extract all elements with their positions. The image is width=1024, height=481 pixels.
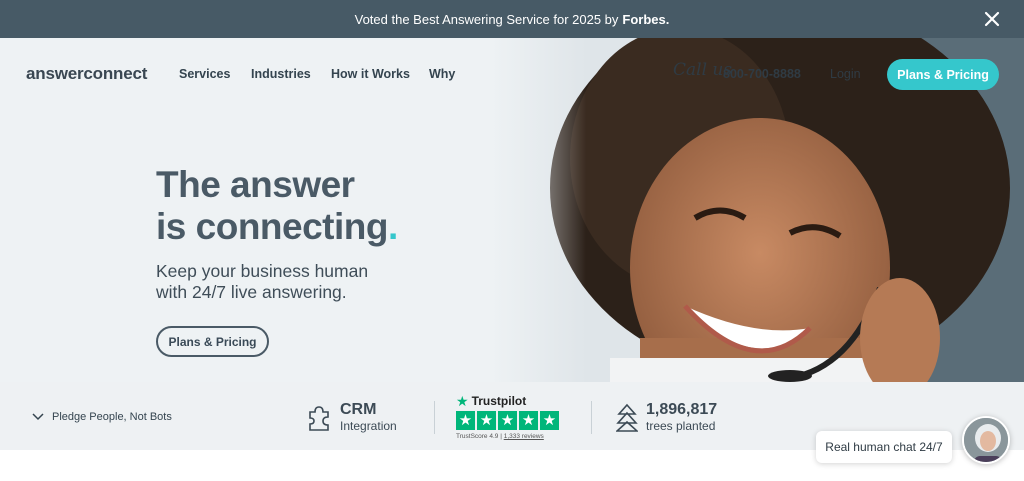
star-icon: ★ xyxy=(477,411,496,430)
phone-number[interactable]: 800-700-8888 xyxy=(723,67,801,81)
divider xyxy=(434,401,435,434)
pledge-label: Pledge People, Not Bots xyxy=(52,411,172,423)
trustpilot-stars: ★ ★ ★ ★ ★ xyxy=(456,411,559,430)
plans-pricing-hero-button[interactable]: Plans & Pricing xyxy=(156,326,269,357)
crm-subtitle: Integration xyxy=(340,419,397,433)
top-banner: Voted the Best Answering Service for 202… xyxy=(0,0,1024,38)
chat-bubble[interactable]: Real human chat 24/7 xyxy=(816,431,952,463)
pledge-toggle[interactable]: Pledge People, Not Bots xyxy=(32,411,172,423)
nav-services[interactable]: Services xyxy=(179,67,230,81)
trustpilot-name: Trustpilot xyxy=(471,394,527,408)
trustpilot-reviews-link[interactable]: 1,333 reviews xyxy=(504,433,544,440)
headline-line-1: The answer xyxy=(156,164,355,205)
nav-how-it-works[interactable]: How it Works xyxy=(331,67,410,81)
crm-block: CRM Integration xyxy=(340,401,397,433)
trustpilot-star-icon: ★ xyxy=(456,393,469,409)
star-icon: ★ xyxy=(540,411,559,430)
chevron-down-icon xyxy=(32,413,44,421)
subtitle-line-1: Keep your business human xyxy=(156,261,369,281)
subtitle-line-2: with 24/7 live answering. xyxy=(156,282,347,302)
trees-count: 1,896,817 xyxy=(646,401,718,418)
star-icon: ★ xyxy=(498,411,517,430)
crm-title: CRM xyxy=(340,401,377,418)
avatar-icon xyxy=(964,418,1008,462)
trees-block: 1,896,817 trees planted xyxy=(646,401,717,433)
trustpilot-widget[interactable]: ★ Trustpilot ★ ★ ★ ★ ★ TrustScore 4.9 | … xyxy=(456,394,559,440)
main-nav: answerconnect Services Industries How it… xyxy=(0,38,1024,110)
puzzle-icon xyxy=(309,406,329,431)
nav-industries[interactable]: Industries xyxy=(251,67,311,81)
logo[interactable]: answerconnect xyxy=(26,64,147,84)
banner-brand: Forbes. xyxy=(622,11,670,27)
divider xyxy=(591,401,592,434)
headline-dot: . xyxy=(387,206,398,247)
headline-line-2: is connecting xyxy=(156,206,388,247)
banner-text: Voted the Best Answering Service for 202… xyxy=(354,11,619,27)
trees-label: trees planted xyxy=(646,419,716,433)
login-link[interactable]: Login xyxy=(830,67,861,81)
hero-subtitle: Keep your business human with 24/7 live … xyxy=(156,261,368,303)
star-icon: ★ xyxy=(519,411,538,430)
nav-why[interactable]: Why xyxy=(429,67,455,81)
close-icon[interactable] xyxy=(982,9,1002,29)
plans-pricing-header-button[interactable]: Plans & Pricing xyxy=(887,59,999,90)
tree-icon xyxy=(616,403,638,432)
trustpilot-score: TrustScore 4.9 xyxy=(456,433,499,440)
chat-avatar[interactable] xyxy=(962,416,1010,464)
star-icon: ★ xyxy=(456,411,475,430)
hero-headline: The answer is connecting. xyxy=(156,164,398,248)
trustpilot-score-line: TrustScore 4.9 | 1,333 reviews xyxy=(456,433,544,440)
